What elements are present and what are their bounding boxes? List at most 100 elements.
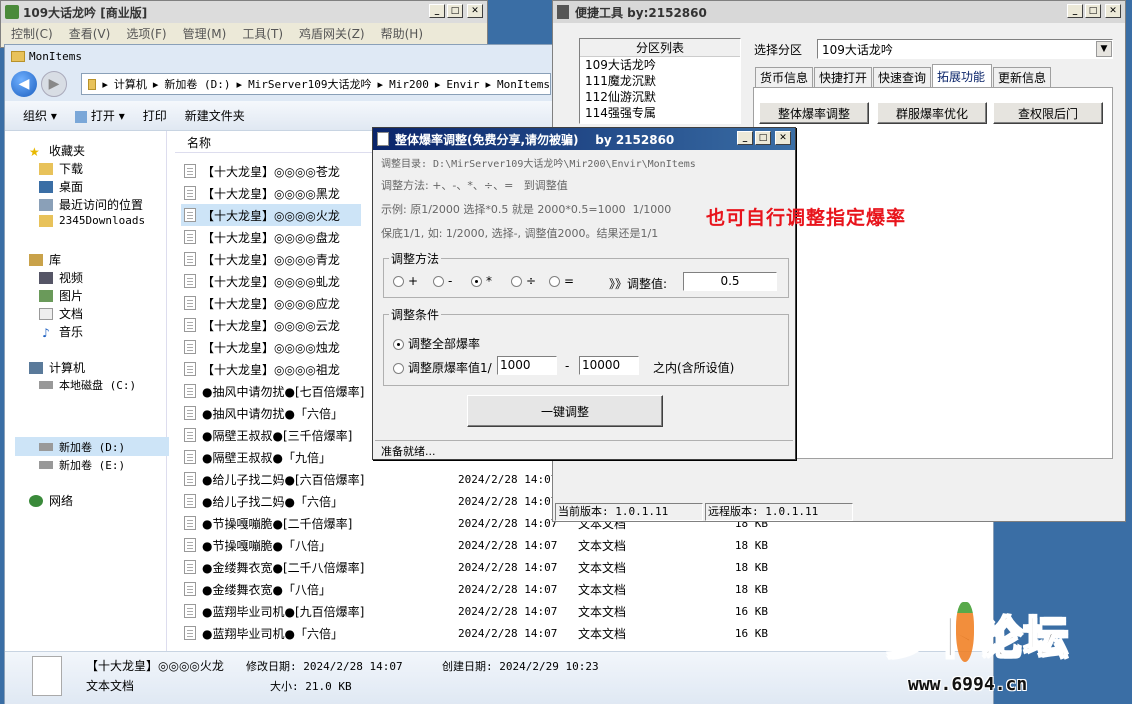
dialog-title: 整体爆率调整(免费分享,请勿被骗) by 2152860 <box>395 132 675 147</box>
minimize-button[interactable]: _ <box>1067 4 1083 18</box>
nav-favorites[interactable]: ★ 收藏夹 <box>29 142 85 159</box>
nav-recent[interactable]: 最近访问的位置 <box>39 196 143 213</box>
condition-all-radio[interactable]: 调整全部爆率 <box>393 335 480 352</box>
breadcrumb-envir[interactable]: Envir <box>446 78 479 91</box>
details-created: 创建日期: 2024/2/29 10:23 <box>442 660 599 673</box>
text-file-icon <box>184 538 196 552</box>
dropdown-arrow-icon: ▾ <box>50 109 57 123</box>
adjust-value-input[interactable]: 0.5 <box>683 272 777 291</box>
menu-manage[interactable]: 管理(M) <box>183 25 227 42</box>
menu-view[interactable]: 查看(V) <box>69 25 111 42</box>
tab-update-info[interactable]: 更新信息 <box>993 67 1051 87</box>
text-file-icon <box>184 186 196 200</box>
partition-select[interactable]: 109大话龙吟 ▼ <box>817 39 1113 59</box>
range-to-input[interactable]: 10000 <box>579 356 639 375</box>
open-icon <box>74 110 87 123</box>
address-bar[interactable]: ▸ 计算机 ▸ 新加卷 (D:) ▸ MirServer109大话龙吟 ▸ Mi… <box>81 73 551 95</box>
quick-tool-titlebar[interactable]: 便捷工具 by:2152860 _ □ ✕ <box>553 1 1125 23</box>
file-row[interactable]: ●节操嘎嘣脆●「八倍」 2024/2/28 14:07 文本文档 18 KB <box>184 534 768 556</box>
droprate-dialog: 整体爆率调整(免费分享,请勿被骗) by 2152860 _ □ ✕ 调整目录:… <box>372 127 796 460</box>
nav-drive-d[interactable]: 新加卷 (D:) <box>39 439 125 455</box>
nav-pictures[interactable]: 图片 <box>39 287 83 304</box>
partition-list[interactable]: 分区列表 109大话龙吟 111魔龙沉默 112仙游沉默 114强强专属 <box>579 38 741 124</box>
close-button[interactable]: ✕ <box>1105 4 1121 18</box>
new-folder-button[interactable]: 新建文件夹 <box>185 107 245 124</box>
open-button[interactable]: 打开 ▾ <box>74 107 125 124</box>
nav-desktop[interactable]: 桌面 <box>39 178 83 195</box>
main-app-titlebar[interactable]: 109大话龙吟 [商业版] _ □ ✕ <box>1 1 487 23</box>
nav-network[interactable]: 网络 <box>29 492 73 509</box>
partition-list-header: 分区列表 <box>580 39 740 57</box>
nav-computer[interactable]: 计算机 <box>29 359 85 376</box>
nav-videos[interactable]: 视频 <box>39 269 83 286</box>
op-plus-radio[interactable]: + <box>393 274 418 288</box>
column-header-name[interactable]: 名称 <box>175 133 385 153</box>
tab-quick-query[interactable]: 快速查询 <box>873 67 931 87</box>
group-droprate-optimize-button[interactable]: 群服爆率优化 <box>877 102 987 124</box>
breadcrumb-mir200[interactable]: Mir200 <box>389 78 429 91</box>
file-row[interactable]: ●蓝翔毕业司机●「六倍」 2024/2/28 14:07 文本文档 16 KB <box>184 622 768 644</box>
status-text: 准备就绪... <box>381 445 436 458</box>
partition-item[interactable]: 114强强专属 <box>580 105 740 121</box>
file-row[interactable]: ●金缕舞衣宽●[二千八倍爆率] 2024/2/28 14:07 文本文档 18 KB <box>184 556 768 578</box>
text-file-icon <box>184 230 196 244</box>
partition-item[interactable]: 109大话龙吟 <box>580 57 740 73</box>
maximize-button[interactable]: □ <box>1085 4 1101 18</box>
check-backdoor-button[interactable]: 查权限后门 <box>993 102 1103 124</box>
nav-drive-c[interactable]: 本地磁盘 (C:) <box>39 377 136 393</box>
menu-tools[interactable]: 工具(T) <box>242 25 283 42</box>
op-divide-radio[interactable]: ÷ <box>511 274 536 288</box>
nav-2345downloads[interactable]: 2345Downloads <box>39 214 145 227</box>
nav-libraries[interactable]: 库 <box>29 251 61 268</box>
forward-button[interactable]: ▶ <box>41 71 67 97</box>
maximize-button[interactable]: □ <box>447 4 463 18</box>
file-type: 文本文档 <box>578 626 627 641</box>
overall-droprate-button[interactable]: 整体爆率调整 <box>759 102 869 124</box>
radio-selected-icon <box>471 276 482 287</box>
op-equals-radio[interactable]: = <box>549 274 574 288</box>
back-button[interactable]: ◀ <box>11 71 37 97</box>
carrot-icon <box>956 602 974 662</box>
breadcrumb-computer[interactable]: 计算机 <box>114 76 147 92</box>
organize-button[interactable]: 组织 ▾ <box>23 107 57 124</box>
nav-drive-e[interactable]: 新加卷 (E:) <box>39 457 125 473</box>
breadcrumb-drive[interactable]: 新加卷 (D:) <box>164 76 230 92</box>
adjust-value-label: 》》调整值: <box>609 277 668 291</box>
dialog-titlebar[interactable]: 整体爆率调整(免费分享,请勿被骗) by 2152860 _ □ ✕ <box>373 128 795 150</box>
print-button[interactable]: 打印 <box>143 107 167 124</box>
file-row[interactable]: ●金缕舞衣宽●「八倍」 2024/2/28 14:07 文本文档 18 KB <box>184 578 768 600</box>
minimize-button[interactable]: _ <box>429 4 445 18</box>
menu-gateway[interactable]: 鸡盾网关(Z) <box>299 25 365 42</box>
partition-item[interactable]: 111魔龙沉默 <box>580 73 740 89</box>
menu-help[interactable]: 帮助(H) <box>381 25 423 42</box>
nav-music[interactable]: ♪ 音乐 <box>39 323 83 340</box>
close-button[interactable]: ✕ <box>467 4 483 18</box>
nav-documents[interactable]: 文档 <box>39 305 83 322</box>
breadcrumb-monitems[interactable]: MonItems <box>497 78 550 91</box>
run-adjust-button[interactable]: 一键调整 <box>467 395 663 427</box>
crumb-sep-icon: ▸ <box>434 77 441 91</box>
partition-item[interactable]: 112仙游沉默 <box>580 89 740 105</box>
picture-icon <box>39 289 53 302</box>
condition-range-radio[interactable]: 调整原爆率值1/ <box>393 359 492 376</box>
op-multiply-radio[interactable]: * <box>471 274 492 288</box>
close-button[interactable]: ✕ <box>775 131 791 145</box>
breadcrumb-server[interactable]: MirServer109大话龙吟 <box>248 76 371 92</box>
file-date: 2024/2/28 14:07 <box>458 582 558 596</box>
dropdown-arrow-icon: ▾ <box>118 109 125 123</box>
menu-options[interactable]: 选项(F) <box>126 25 166 42</box>
op-minus-radio[interactable]: - <box>433 274 452 288</box>
file-name: ●节操嘎嘣脆●[二千倍爆率] <box>202 516 353 531</box>
range-from-input[interactable]: 1000 <box>497 356 557 375</box>
file-row[interactable]: ●蓝翔毕业司机●[九百倍爆率] 2024/2/28 14:07 文本文档 16 KB <box>184 600 768 622</box>
tab-currency[interactable]: 货币信息 <box>755 67 813 87</box>
minimize-button[interactable]: _ <box>737 131 753 145</box>
file-type: 文本文档 <box>578 582 627 597</box>
text-file-icon <box>184 604 196 618</box>
maximize-button[interactable]: □ <box>755 131 771 145</box>
menu-control[interactable]: 控制(C) <box>11 25 53 42</box>
tab-extensions[interactable]: 拓展功能 <box>932 64 992 88</box>
tab-quick-open[interactable]: 快捷打开 <box>814 67 872 87</box>
nav-downloads[interactable]: 下载 <box>39 160 83 177</box>
crumb-sep-icon: ▸ <box>377 77 384 91</box>
